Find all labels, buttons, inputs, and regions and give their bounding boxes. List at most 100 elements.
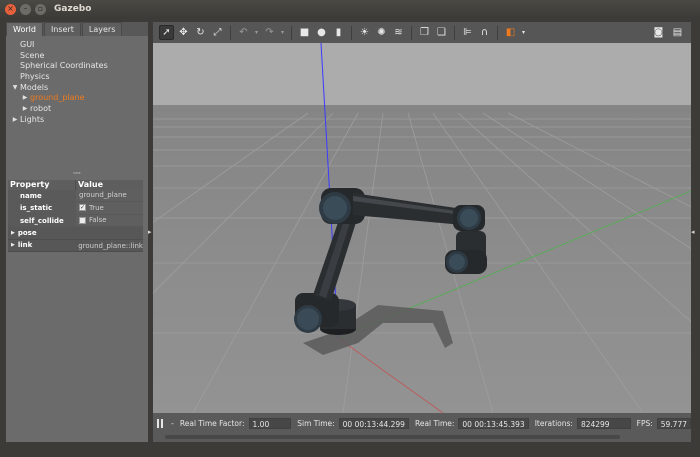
property-key: ▶ pose [8,227,76,239]
fps-label: FPS: [636,419,653,428]
fps-value: 59.777 [656,418,691,429]
expand-right-icon[interactable]: ▶ [10,115,20,126]
maximize-window-button[interactable]: ▫ [35,3,46,15]
view-angle-icon[interactable]: ◧ [503,25,518,40]
tree-item-label: robot [30,104,52,114]
world-tree: GUI Scene Spherical Coordinates Physics … [6,36,148,126]
translate-mode-icon[interactable]: ✥ [176,25,191,40]
tab-insert[interactable]: Insert [43,22,81,36]
toolbar-separator [351,25,352,40]
self-collide-value: False [89,216,107,224]
window-title: Gazebo [54,4,92,14]
panel-tabs: World Insert Layers [6,22,148,36]
tab-layers[interactable]: Layers [81,22,123,36]
tree-item-robot[interactable]: ▶ robot [10,104,148,115]
select-mode-arrow-icon[interactable]: ➚ [159,25,174,40]
iterations-value: 824299 [576,418,631,429]
directional-light-icon[interactable]: ≋ [391,25,406,40]
real-time-factor-value: 1.00 [248,418,292,429]
is-static-checkbox[interactable]: ✓ [79,204,86,212]
log-record-icon[interactable]: ▤ [670,25,685,40]
property-value: ✓ True [76,202,143,214]
tab-world[interactable]: World [6,22,43,36]
close-window-button[interactable]: × [5,3,16,15]
copy-icon[interactable]: ❐ [417,25,432,40]
pose-label: pose [17,228,37,237]
tree-item-lights[interactable]: ▶ Lights [10,115,148,126]
pause-icon[interactable] [157,419,166,428]
status-bar: - Real Time Factor: 1.00 Sim Time: 00 00… [153,413,691,442]
cylinder-shape-icon[interactable]: ▮ [331,25,346,40]
value-column-header: Value [78,179,104,189]
tree-item-scene[interactable]: Scene [10,51,148,62]
3d-viewport[interactable] [153,43,691,413]
expand-right-icon[interactable]: ▶ [11,239,15,252]
toolbar-separator [291,25,292,40]
title-bar: × – ▫ Gazebo [0,0,700,18]
property-key: ▶ link [8,240,75,252]
tree-item-label: GUI [20,40,35,49]
real-time-value: 00 00:13:45.393 [458,418,529,429]
right-panel-collapse-handle[interactable]: ◂ [691,228,695,236]
expand-down-icon[interactable]: ▼ [10,83,20,94]
view-angle-dropdown-icon[interactable]: ▾ [520,25,527,40]
tree-item-spherical-coordinates[interactable]: Spherical Coordinates [10,61,148,72]
undo-dropdown-icon[interactable]: ▾ [253,25,260,40]
tree-item-models[interactable]: ▼ Models [10,83,148,94]
redo-dropdown-icon[interactable]: ▾ [279,25,286,40]
real-time-label: Real Time: [414,419,455,428]
property-key: is_static [8,202,76,214]
redo-icon[interactable]: ↷ [262,25,277,40]
sim-time-label: Sim Time: [297,419,335,428]
rotate-mode-icon[interactable]: ↻ [193,25,208,40]
is-static-value: True [89,203,104,212]
minimize-window-button[interactable]: – [20,3,31,15]
tree-item-gui[interactable]: GUI [10,40,148,51]
sim-time-value: 00 00:13:44.299 [338,418,409,429]
expand-right-icon[interactable]: ▶ [11,227,15,240]
property-value: ground_plane::link [78,241,143,250]
snap-magnet-icon[interactable]: ∩ [477,25,492,40]
tree-item-physics[interactable]: Physics [10,72,148,83]
toolbar-separator [230,25,231,40]
toolbar: ➚ ✥ ↻ ⤢ ↶ ▾ ↷ ▾ ■ ● ▮ ☀ ✺ ≋ ❐ ❑ ⊫ ∩ ◧ ▾ … [153,22,691,43]
align-icon[interactable]: ⊫ [460,25,475,40]
tree-item-ground-plane[interactable]: ▶ ground_plane [10,93,148,104]
self-collide-checkbox[interactable] [79,216,86,224]
property-row-is-static: is_static ✓ True [8,202,143,215]
property-value [76,227,79,239]
property-key: name [8,189,76,201]
scale-mode-icon[interactable]: ⤢ [210,25,225,40]
undo-icon[interactable]: ↶ [236,25,251,40]
tree-item-label: Physics [20,72,50,82]
property-row-name: name ground_plane [8,189,143,202]
sphere-shape-icon[interactable]: ● [314,25,329,40]
link-label: link [17,241,33,249]
spot-light-icon[interactable]: ✺ [374,25,389,40]
property-group-pose[interactable]: ▶ pose [8,227,143,240]
step-dash: - [171,419,174,428]
box-shape-icon[interactable]: ■ [297,25,312,40]
tree-item-label: Spherical Coordinates [20,61,108,71]
expand-right-icon[interactable]: ▶ [20,93,30,104]
expand-right-icon[interactable]: ▶ [20,104,30,115]
scene-render[interactable] [153,43,691,413]
toolbar-separator [497,25,498,40]
property-group-link[interactable]: ▶ link ground_plane::link [8,239,143,252]
screenshot-camera-icon[interactable]: ◙ [651,25,666,40]
paste-icon[interactable]: ❑ [434,25,449,40]
toolbar-separator [454,25,455,40]
property-value: ground_plane [76,189,143,201]
toolbar-separator [411,25,412,40]
tree-item-label: Lights [20,114,45,124]
point-light-icon[interactable]: ☀ [357,25,372,40]
panel-splitter-handle[interactable]: '''' [6,171,148,180]
property-table-header: Property Value [8,179,143,190]
property-table: Property Value name ground_plane is_stat… [8,179,143,252]
property-column-header: Property [8,179,76,190]
name-value: ground_plane [79,191,127,199]
left-panel-collapse-handle[interactable]: ▸ [148,228,152,236]
horizontal-scrollbar[interactable] [165,435,620,439]
property-value: False [76,214,143,226]
tree-item-label: ground_plane [30,93,85,103]
